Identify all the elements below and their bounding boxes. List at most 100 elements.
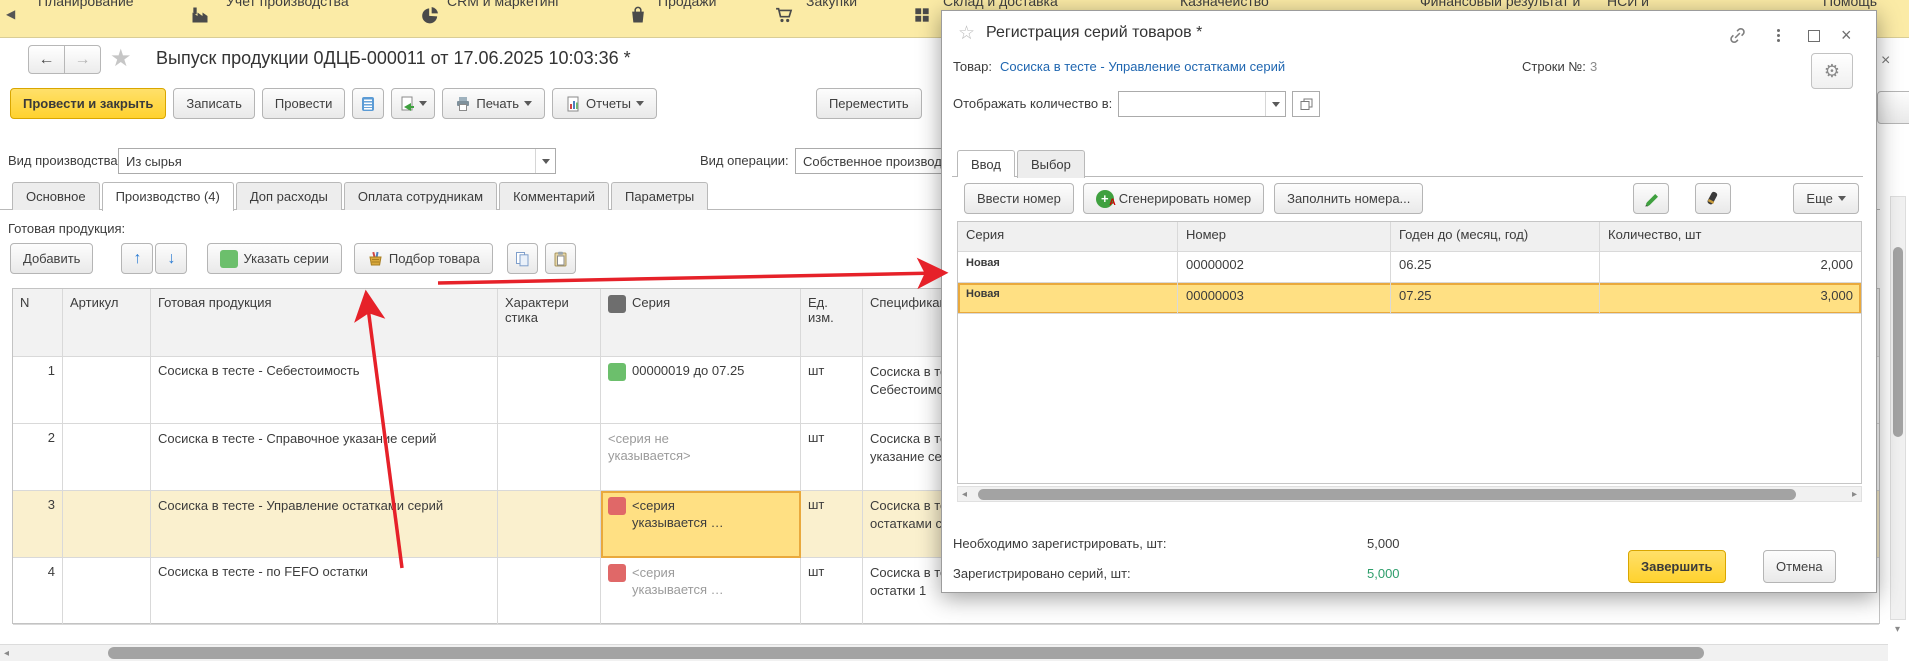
col-characteristic[interactable]: Характери стика xyxy=(498,289,601,357)
toolbar-overflow-button[interactable] xyxy=(1877,91,1909,124)
tab-production[interactable]: Производство (4) xyxy=(102,182,234,211)
fill-numbers-button[interactable]: Заполнить номера... xyxy=(1274,183,1423,214)
col-series[interactable]: Серия xyxy=(601,289,801,357)
posting-register-button[interactable] xyxy=(352,88,384,119)
menu-item-help[interactable]: Помощь xyxy=(1823,0,1877,9)
series-cell[interactable]: 00000019 до 07.25 xyxy=(601,357,801,424)
unit-cell[interactable]: шт xyxy=(801,357,863,424)
series-cell-active[interactable]: <серия указывается … xyxy=(601,491,801,558)
enter-number-button[interactable]: Ввести номер xyxy=(964,183,1074,214)
scroll-left-icon[interactable]: ◂ xyxy=(962,489,967,500)
unit-cell[interactable]: шт xyxy=(801,424,863,491)
product-cell[interactable]: Сосиска в тесте - Справочное указание се… xyxy=(151,424,498,491)
post-and-close-button[interactable]: Провести и закрыть xyxy=(10,88,166,119)
menu-item-sales[interactable]: Продажи xyxy=(658,0,716,9)
menu-item-warehouse[interactable]: Склад и доставка xyxy=(943,0,1058,9)
product-cell[interactable]: Сосиска в тесте - Управление остатками с… xyxy=(151,491,498,558)
product-cell[interactable]: Сосиска в тесте - Себестоимость xyxy=(151,357,498,424)
menu-item-production-accounting[interactable]: Учет производства xyxy=(226,0,349,9)
characteristic-cell[interactable] xyxy=(498,558,601,625)
move-row-down-button[interactable]: ↓ xyxy=(155,243,187,274)
series-qty[interactable]: 2,000 xyxy=(1600,252,1861,283)
menu-item-purchases[interactable]: Закупки xyxy=(806,0,857,9)
col-expiry[interactable]: Годен до (месяц, год) xyxy=(1391,222,1600,252)
unit-cell[interactable]: шт xyxy=(801,491,863,558)
back-button[interactable]: ← xyxy=(28,45,65,74)
move-row-up-button[interactable]: ↑ xyxy=(121,243,153,274)
scroll-right-icon[interactable]: ▸ xyxy=(1852,489,1857,500)
article-cell[interactable] xyxy=(63,357,151,424)
chevron-down-icon[interactable] xyxy=(1265,92,1285,116)
characteristic-cell[interactable] xyxy=(498,424,601,491)
settings-button[interactable]: ⚙ xyxy=(1811,53,1853,89)
cancel-button[interactable]: Отмена xyxy=(1763,550,1836,583)
article-cell[interactable] xyxy=(63,491,151,558)
pick-goods-button[interactable]: Подбор товара xyxy=(354,243,493,274)
post-button[interactable]: Провести xyxy=(262,88,346,119)
print-button[interactable]: Печать xyxy=(442,88,545,119)
close-icon[interactable]: × xyxy=(1841,25,1852,46)
favorite-star-icon[interactable]: ★ xyxy=(110,44,132,73)
tab-main[interactable]: Основное xyxy=(12,182,100,210)
tab-choice[interactable]: Выбор xyxy=(1017,150,1085,178)
series-expiry[interactable]: 06.25 xyxy=(1391,252,1600,283)
tab-staff-payment[interactable]: Оплата сотрудникам xyxy=(344,182,497,210)
copy-rows-button[interactable] xyxy=(507,243,538,274)
article-cell[interactable] xyxy=(63,558,151,625)
dialog-favorite-star-icon[interactable]: ☆ xyxy=(958,22,975,45)
display-qty-select[interactable] xyxy=(1118,91,1286,117)
horizontal-scroll-thumb[interactable] xyxy=(978,489,1796,500)
series-row[interactable]: Новая 00000002 06.25 2,000 xyxy=(958,252,1861,283)
paste-rows-button[interactable] xyxy=(545,243,576,274)
series-number[interactable]: 00000002 xyxy=(1178,252,1391,283)
vertical-scroll-thumb[interactable] xyxy=(1893,247,1903,437)
more-menu-icon[interactable] xyxy=(1777,29,1780,32)
more-button[interactable]: Еще xyxy=(1793,183,1858,214)
series-number[interactable]: 00000003 xyxy=(1178,283,1391,314)
main-horizontal-scrollbar[interactable]: ◂ xyxy=(0,644,1888,661)
link-icon[interactable] xyxy=(1728,26,1747,45)
tab-extra-costs[interactable]: Доп расходы xyxy=(236,182,342,210)
maximize-icon[interactable] xyxy=(1808,30,1820,42)
menu-item-crm[interactable]: CRM и маркетинг xyxy=(447,0,560,9)
col-quantity[interactable]: Количество, шт xyxy=(1600,222,1861,252)
edit-button[interactable] xyxy=(1633,183,1669,214)
add-row-button[interactable]: Добавить xyxy=(10,243,93,274)
form-close-icon[interactable]: × xyxy=(1881,52,1890,70)
menu-item-nsi[interactable]: НСИ и xyxy=(1607,0,1649,9)
menu-item-planning[interactable]: Планирование xyxy=(38,0,134,9)
col-number[interactable]: Номер xyxy=(1178,222,1391,252)
main-vertical-scrollbar[interactable] xyxy=(1890,196,1906,620)
scroll-down-icon[interactable]: ▾ xyxy=(1895,624,1900,635)
col-n[interactable]: N xyxy=(13,289,63,357)
col-product[interactable]: Готовая продукция xyxy=(151,289,498,357)
series-expiry[interactable]: 07.25 xyxy=(1391,283,1600,314)
article-cell[interactable] xyxy=(63,424,151,491)
finish-button[interactable]: Завершить xyxy=(1628,550,1726,583)
create-based-on-button[interactable] xyxy=(391,88,435,119)
col-unit[interactable]: Ед. изм. xyxy=(801,289,863,357)
series-cell[interactable]: <серия не указывается> xyxy=(601,424,801,491)
menu-scroll-left-icon[interactable]: ◀ xyxy=(6,7,15,21)
menu-item-treasury[interactable]: Казначейство xyxy=(1180,0,1269,9)
characteristic-cell[interactable] xyxy=(498,491,601,558)
menu-item-finresult[interactable]: Финансовый результат и xyxy=(1420,0,1580,9)
col-series[interactable]: Серия xyxy=(958,222,1178,252)
col-article[interactable]: Артикул xyxy=(63,289,151,357)
product-link[interactable]: Сосиска в тесте - Управление остатками с… xyxy=(1000,59,1285,74)
generate-number-button[interactable]: +A Сгенерировать номер xyxy=(1083,183,1264,214)
tab-parameters[interactable]: Параметры xyxy=(611,182,708,210)
production-type-select[interactable]: Из сырья xyxy=(118,148,556,174)
scroll-left-icon[interactable]: ◂ xyxy=(4,648,9,659)
series-row-selected[interactable]: Новая 00000003 07.25 3,000 xyxy=(958,283,1861,314)
scanner-button[interactable] xyxy=(1695,183,1731,214)
dialog-horizontal-scrollbar[interactable]: ◂ ▸ xyxy=(957,486,1862,502)
tab-comment[interactable]: Комментарий xyxy=(499,182,609,210)
save-button[interactable]: Записать xyxy=(173,88,255,119)
unit-cell[interactable]: шт xyxy=(801,558,863,625)
product-cell[interactable]: Сосиска в тесте - по FEFO остатки xyxy=(151,558,498,625)
move-button[interactable]: Переместить xyxy=(816,88,922,119)
chevron-down-icon[interactable] xyxy=(535,149,555,173)
open-list-button[interactable] xyxy=(1292,91,1320,117)
horizontal-scroll-thumb[interactable] xyxy=(108,647,1704,659)
